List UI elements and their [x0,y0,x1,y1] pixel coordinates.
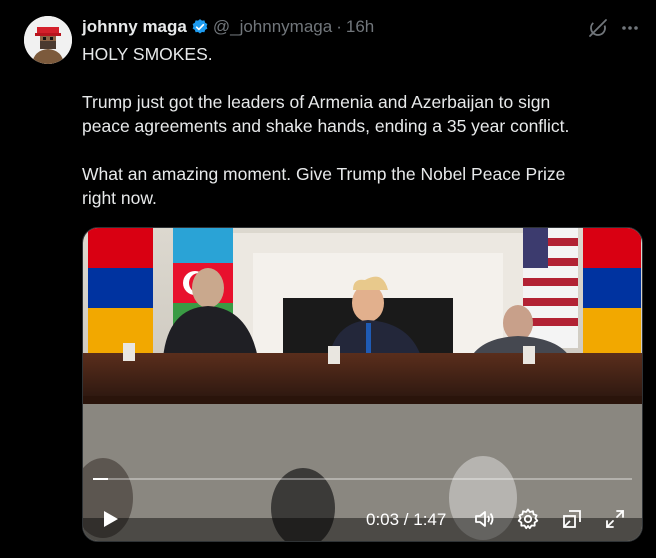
video-progress-bar[interactable] [93,478,632,480]
author-handle[interactable]: @_johnnymaga [213,17,332,37]
author-name[interactable]: johnny maga [82,17,187,37]
post-paragraph: HOLY SMOKES. [82,44,213,64]
avatar[interactable] [24,16,72,64]
verified-badge-icon[interactable] [191,18,209,36]
settings-icon[interactable] [516,507,540,531]
play-icon[interactable] [99,508,121,530]
fullscreen-icon[interactable] [603,507,627,531]
post-paragraph: What an amazing moment. Give Trump the N… [82,163,566,209]
separator: · [336,17,342,36]
video-controls: 0:03 / 1:47 [83,486,642,541]
more-icon[interactable] [620,18,640,38]
volume-icon[interactable] [472,507,496,531]
post-header: johnny maga @_johnnymaga · 16h [82,16,374,38]
post-time[interactable]: 16h [346,17,374,37]
video-progress-fill [93,478,109,480]
pip-icon[interactable] [560,507,584,531]
post-paragraph: Trump just got the leaders of Armenia an… [82,91,570,137]
video-timecode: 0:03 / 1:47 [366,510,447,529]
video-player[interactable]: 0:03 / 1:47 [82,227,643,542]
post[interactable]: johnny maga @_johnnymaga · 16h HOLY SMOK… [0,0,656,558]
post-text: HOLY SMOKES. Trump just got the leaders … [82,42,642,211]
grok-icon[interactable] [587,17,609,39]
